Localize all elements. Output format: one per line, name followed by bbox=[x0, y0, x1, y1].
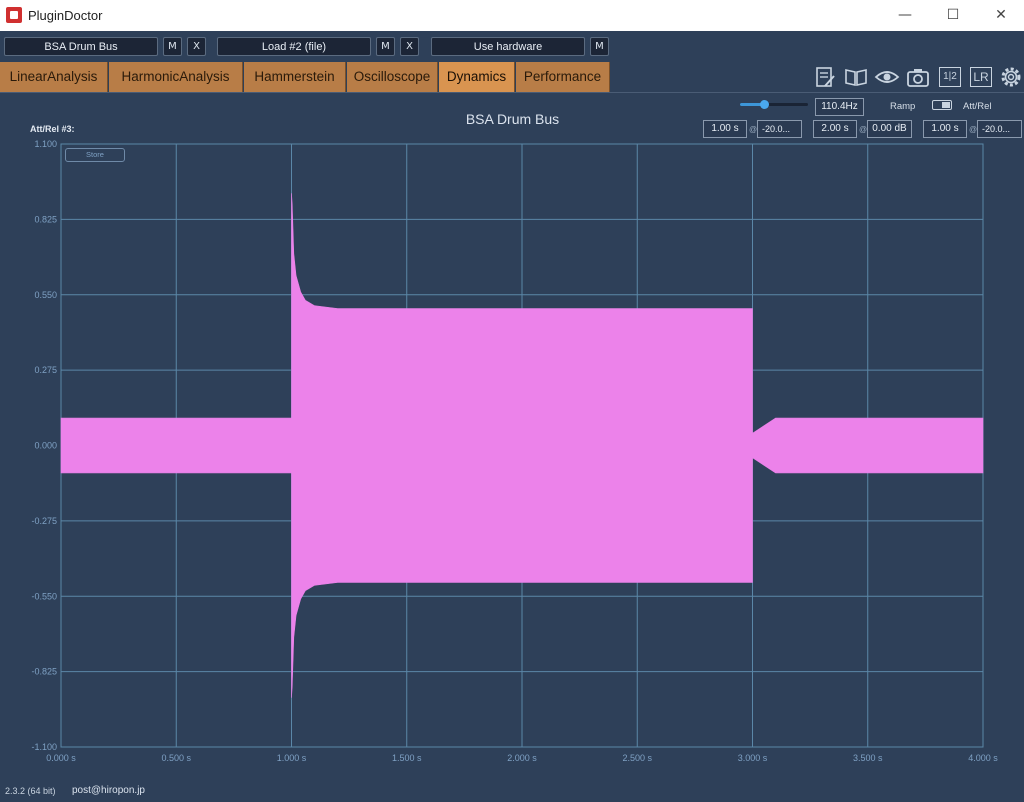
x-tick-label: 2.500 s bbox=[622, 753, 652, 763]
version-label: 2.3.2 (64 bit) bbox=[5, 786, 56, 796]
y-tick-label: 0.825 bbox=[34, 214, 57, 224]
x-tick-label: 3.500 s bbox=[853, 753, 883, 763]
att-rel-readout: Att/Rel #3: bbox=[30, 124, 75, 134]
x-tick-label: 2.000 s bbox=[507, 753, 537, 763]
email-label: post@hiropon.jp bbox=[72, 785, 145, 796]
y-tick-label: -0.550 bbox=[31, 591, 57, 601]
x-tick-label: 3.000 s bbox=[738, 753, 768, 763]
x-tick-label: 0.500 s bbox=[161, 753, 191, 763]
y-tick-label: -0.825 bbox=[31, 667, 57, 677]
y-tick-label: 0.000 bbox=[34, 441, 57, 451]
x-tick-label: 1.500 s bbox=[392, 753, 422, 763]
store-button[interactable]: Store bbox=[65, 148, 125, 162]
x-tick-label: 4.000 s bbox=[968, 753, 998, 763]
y-tick-label: 0.275 bbox=[34, 365, 57, 375]
y-tick-label: -0.275 bbox=[31, 516, 57, 526]
y-tick-label: 0.550 bbox=[34, 290, 57, 300]
y-tick-label: -1.100 bbox=[31, 742, 57, 752]
x-tick-label: 0.000 s bbox=[46, 753, 76, 763]
x-tick-label: 1.000 s bbox=[277, 753, 307, 763]
y-tick-label: 1.100 bbox=[34, 139, 57, 149]
plot-title: BSA Drum Bus bbox=[465, 111, 560, 127]
